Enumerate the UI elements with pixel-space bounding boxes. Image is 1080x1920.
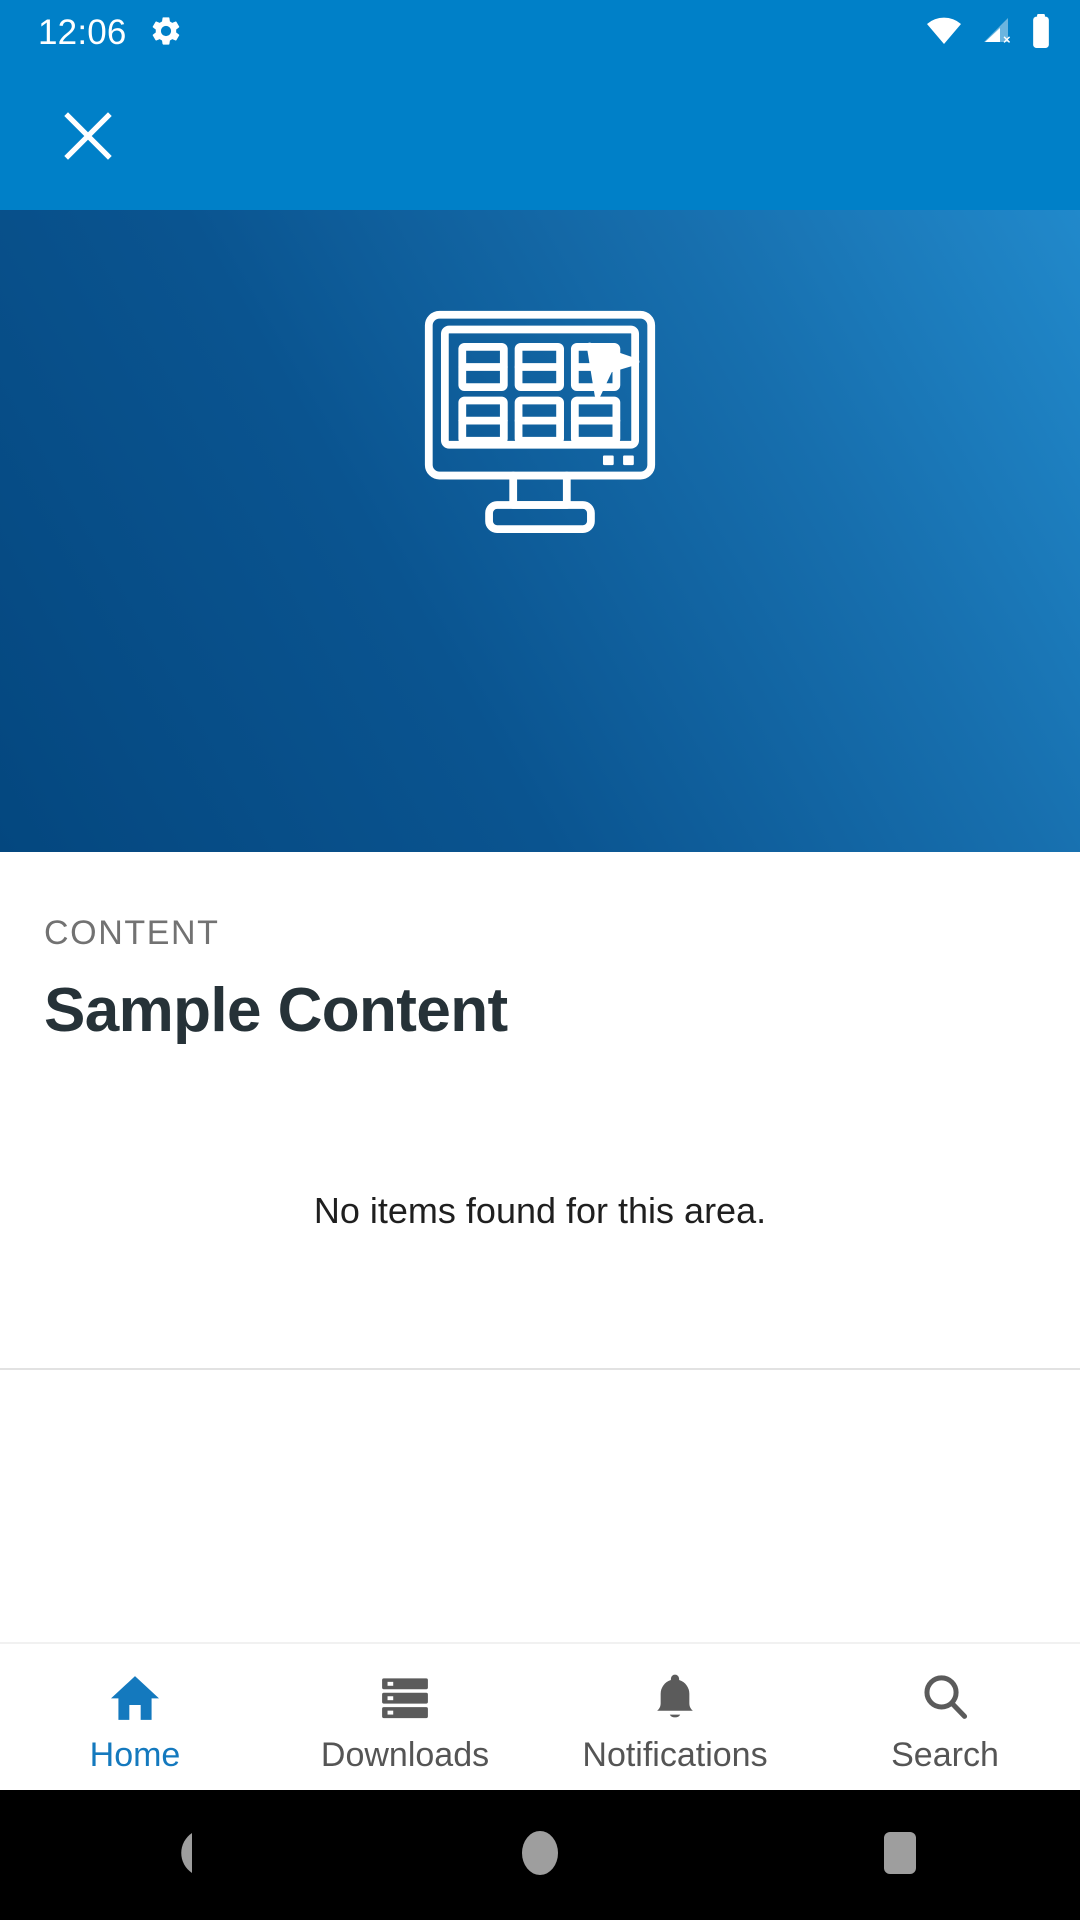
close-icon <box>58 106 118 171</box>
status-bar-clock: 12:06 <box>38 13 127 52</box>
search-icon <box>918 1668 972 1722</box>
home-icon <box>108 1668 162 1722</box>
cellular-no-sim-icon: × <box>978 16 1014 51</box>
nav-item-search[interactable]: Search <box>810 1644 1080 1790</box>
back-button[interactable] <box>0 1829 360 1882</box>
home-button[interactable] <box>360 1829 720 1882</box>
storage-list-icon <box>378 1668 432 1722</box>
nav-label-downloads: Downloads <box>320 1736 490 1774</box>
status-bar: 12:06 × <box>0 0 1080 66</box>
square-icon <box>882 1830 918 1881</box>
status-bar-right: × <box>926 13 1052 53</box>
nav-label-search: Search <box>891 1736 999 1774</box>
nav-item-home[interactable]: Home <box>0 1644 270 1790</box>
hero-banner <box>0 210 1080 852</box>
content-header: CONTENT Sample Content <box>0 852 1080 1046</box>
android-system-navigation <box>0 1790 1080 1920</box>
svg-text:×: × <box>1003 32 1011 46</box>
nav-item-downloads[interactable]: Downloads <box>270 1644 540 1790</box>
app-bar <box>0 66 1080 210</box>
triangle-left-icon <box>158 1829 202 1882</box>
status-bar-left: 12:06 <box>38 13 183 53</box>
content-eyebrow: CONTENT <box>44 914 220 952</box>
nav-label-home: Home <box>89 1736 181 1774</box>
close-button[interactable] <box>36 86 140 190</box>
gear-icon <box>149 14 183 53</box>
nav-item-notifications[interactable]: Notifications <box>540 1644 810 1790</box>
desktop-monitor-grid-cursor-icon <box>406 296 674 569</box>
empty-state-message: No items found for this area. <box>313 1190 767 1231</box>
page-title: Sample Content <box>44 976 508 1045</box>
bell-icon <box>648 1668 702 1722</box>
recents-button[interactable] <box>720 1830 1080 1881</box>
phone-screen: 12:06 × CONTENT Sample Content No items … <box>0 0 1080 1920</box>
empty-state: No items found for this area. <box>0 1190 1080 1232</box>
bottom-navigation: Home Downloads Notifications Search <box>0 1642 1080 1790</box>
wifi-icon <box>926 16 962 51</box>
circle-icon <box>520 1829 560 1882</box>
battery-icon <box>1030 13 1052 53</box>
section-divider <box>0 1368 1080 1370</box>
nav-label-notifications: Notifications <box>582 1736 768 1774</box>
